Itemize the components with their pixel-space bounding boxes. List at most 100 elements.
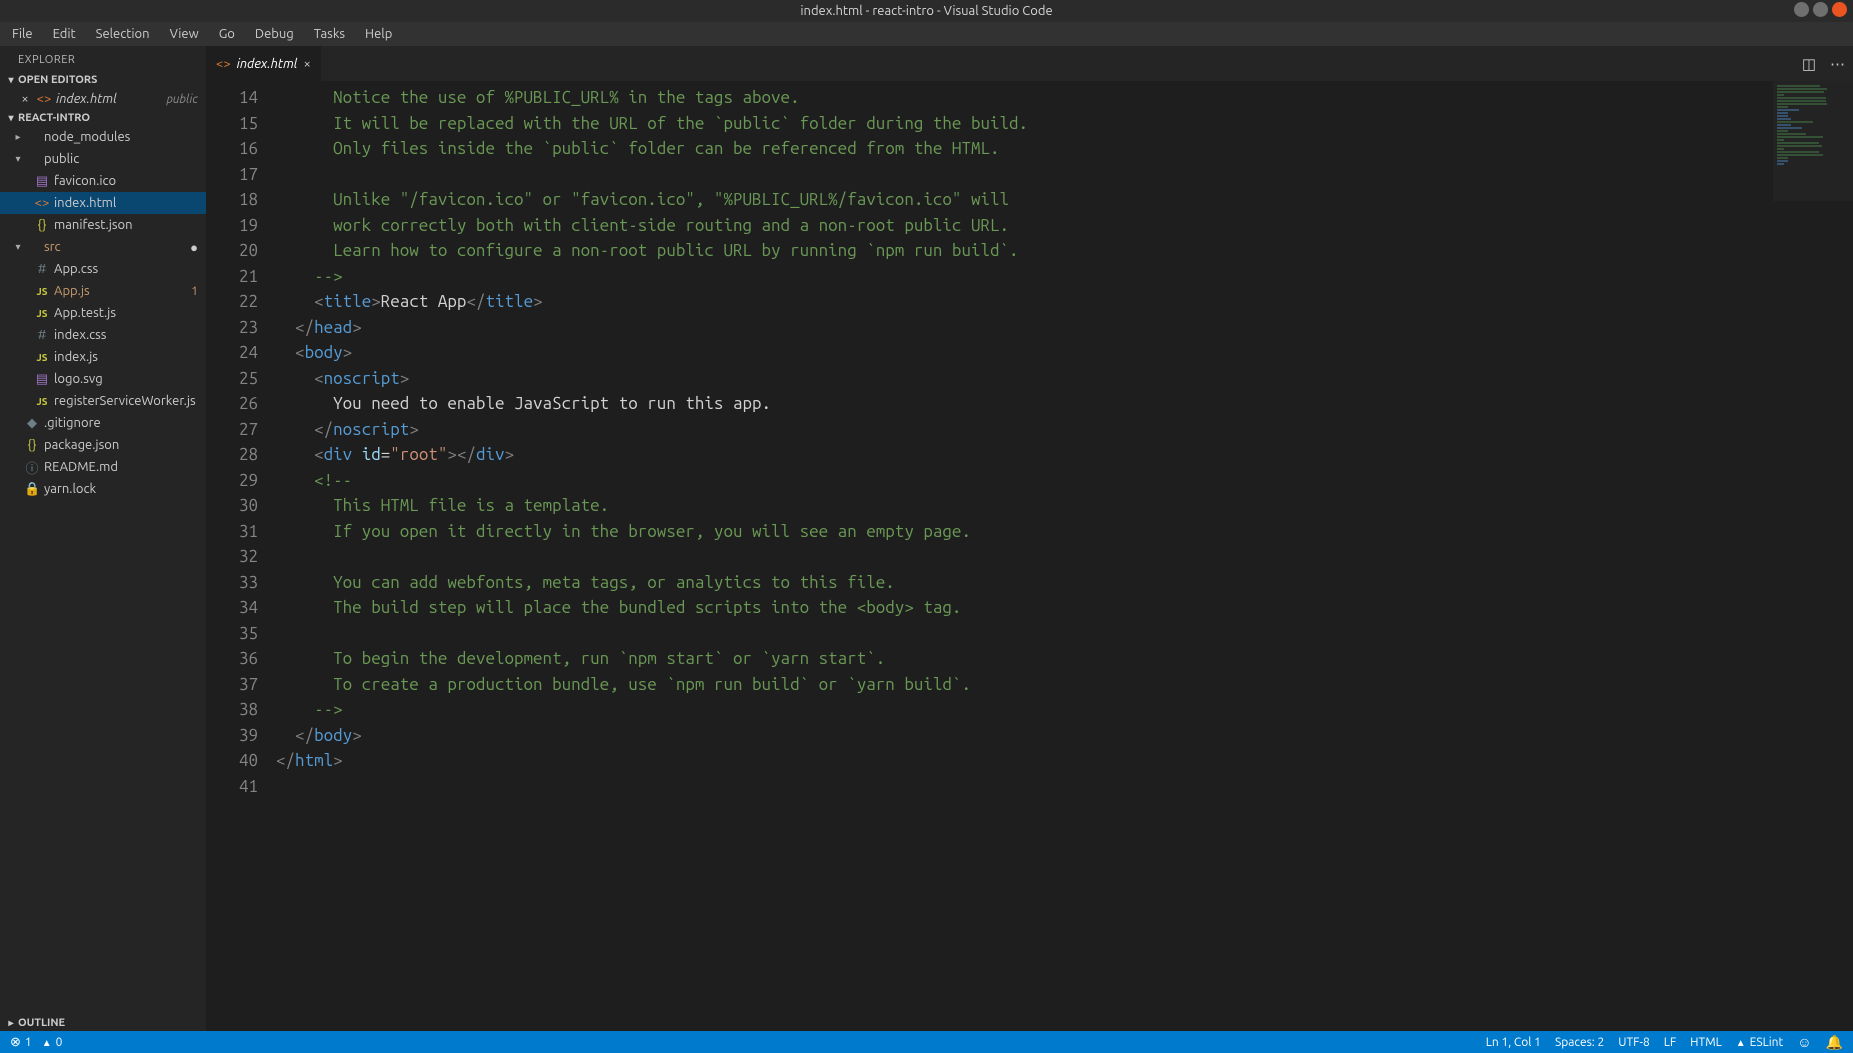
tree-item-label: README.md — [44, 460, 198, 474]
problems-badge: 1 — [191, 285, 198, 298]
menu-help[interactable]: Help — [355, 25, 402, 43]
chevron-down-icon — [6, 74, 16, 86]
tree-item-label: App.test.js — [54, 306, 198, 320]
status-language[interactable]: HTML — [1690, 1036, 1722, 1049]
tab-actions: ◫ ⋯ — [1802, 46, 1853, 81]
chevron-right-icon — [6, 1017, 16, 1029]
window-maximize-button[interactable] — [1813, 2, 1828, 17]
tree-item-label: logo.svg — [54, 372, 198, 386]
menu-selection[interactable]: Selection — [86, 25, 160, 43]
html-file-icon: <> — [216, 57, 231, 71]
chevron-down-icon: ▾ — [12, 153, 24, 165]
tree-folder[interactable]: ▾src● — [0, 236, 206, 258]
feedback-icon[interactable]: ☺ — [1797, 1034, 1811, 1050]
file-icon: ▤ — [34, 174, 50, 189]
open-editors-section-header[interactable]: OPEN EDITORS — [0, 72, 206, 88]
file-icon: <> — [34, 196, 50, 210]
window-minimize-button[interactable] — [1794, 2, 1809, 17]
window-close-button[interactable] — [1832, 2, 1847, 17]
modified-indicator-icon: ● — [190, 240, 198, 255]
tree-item-label: src — [44, 240, 190, 254]
outline-label: OUTLINE — [18, 1017, 65, 1029]
file-icon: 🔒 — [24, 482, 40, 497]
menu-edit[interactable]: Edit — [43, 25, 86, 43]
statusbar: 1 0 Ln 1, Col 1 Spaces: 2 UTF-8 LF HTML … — [0, 1031, 1853, 1053]
menubar: FileEditSelectionViewGoDebugTasksHelp — [0, 22, 1853, 46]
file-icon: <> — [36, 92, 52, 106]
tree-file[interactable]: JSindex.js — [0, 346, 206, 368]
tree-folder[interactable]: ▾ public — [0, 148, 206, 170]
file-icon: JS — [34, 286, 50, 297]
error-count: 1 — [25, 1036, 32, 1049]
chevron-down-icon — [6, 112, 16, 124]
status-indentation[interactable]: Spaces: 2 — [1555, 1036, 1604, 1049]
file-explorer-tree: ▸node_modules ▾ public ▤ favicon.ico <> index.… — [0, 126, 206, 500]
split-editor-icon[interactable]: ◫ — [1802, 55, 1816, 73]
file-icon: JS — [34, 352, 50, 363]
status-errors[interactable]: 1 0 — [10, 1035, 62, 1050]
open-editor-path: public — [167, 93, 198, 106]
file-icon: ⓘ — [24, 458, 40, 477]
more-actions-icon[interactable]: ⋯ — [1830, 55, 1845, 73]
menu-file[interactable]: File — [8, 25, 43, 43]
tree-file[interactable]: #index.css — [0, 324, 206, 346]
code-content[interactable]: Notice the use of %PUBLIC_URL% in the ta… — [276, 81, 1853, 1031]
tree-file[interactable]: #App.css — [0, 258, 206, 280]
tree-file[interactable]: {} manifest.json — [0, 214, 206, 236]
tree-file[interactable]: ⓘ README.md — [0, 456, 206, 478]
tab-label: index.html — [237, 57, 298, 71]
status-cursor-position[interactable]: Ln 1, Col 1 — [1486, 1036, 1541, 1049]
explorer-title: EXPLORER — [0, 46, 206, 72]
open-editors-label: OPEN EDITORS — [18, 74, 97, 86]
close-editor-icon[interactable]: × — [18, 92, 32, 106]
outline-section-header[interactable]: OUTLINE — [0, 1015, 206, 1031]
tree-file[interactable]: ◆ .gitignore — [0, 412, 206, 434]
file-icon: JS — [34, 396, 50, 407]
status-encoding[interactable]: UTF-8 — [1618, 1036, 1649, 1049]
tree-item-label: manifest.json — [54, 218, 198, 232]
close-tab-icon[interactable]: × — [303, 57, 310, 71]
file-icon: ◆ — [24, 416, 40, 431]
tree-item-label: yarn.lock — [44, 482, 198, 496]
notifications-icon[interactable]: 🔔 — [1826, 1034, 1843, 1051]
tree-item-label: .gitignore — [44, 416, 198, 430]
chevron-right-icon: ▸ — [12, 131, 24, 143]
menu-view[interactable]: View — [160, 25, 209, 43]
tree-file[interactable]: {}package.json — [0, 434, 206, 456]
file-icon: {} — [34, 218, 50, 232]
project-section-header[interactable]: REACT-INTRO — [0, 110, 206, 126]
tree-file[interactable]: 🔒 yarn.lock — [0, 478, 206, 500]
open-editor-item[interactable]: ×<>index.htmlpublic — [0, 88, 206, 110]
tree-file[interactable]: ▤ logo.svg — [0, 368, 206, 390]
window-title: index.html - react-intro - Visual Studio… — [800, 4, 1052, 18]
file-icon: # — [34, 328, 50, 342]
tree-file[interactable]: <> index.html — [0, 192, 206, 214]
tree-file[interactable]: ▤ favicon.ico — [0, 170, 206, 192]
error-icon — [10, 1035, 21, 1050]
code-editor[interactable]: 1415161718192021222324252627282930313233… — [206, 81, 1853, 1031]
menu-go[interactable]: Go — [209, 25, 245, 43]
menu-debug[interactable]: Debug — [245, 25, 304, 43]
editor-tabs: <> index.html × ◫ ⋯ — [206, 46, 1853, 81]
tree-file[interactable]: JSApp.js1 — [0, 280, 206, 302]
titlebar: index.html - react-intro - Visual Studio… — [0, 0, 1853, 22]
warning-icon — [42, 1036, 52, 1049]
warning-icon — [1736, 1036, 1746, 1049]
status-eslint[interactable]: ESLint — [1736, 1036, 1784, 1049]
tree-item-label: public — [44, 152, 198, 166]
tree-item-label: favicon.ico — [54, 174, 198, 188]
tree-file[interactable]: JSregisterServiceWorker.js — [0, 390, 206, 412]
menu-tasks[interactable]: Tasks — [304, 25, 355, 43]
status-eol[interactable]: LF — [1664, 1036, 1676, 1049]
tree-item-label: index.html — [54, 196, 198, 210]
file-icon: # — [34, 262, 50, 276]
file-icon: {} — [24, 438, 40, 452]
minimap[interactable] — [1773, 81, 1853, 201]
project-name: REACT-INTRO — [18, 112, 90, 124]
tree-file[interactable]: JSApp.test.js — [0, 302, 206, 324]
explorer-sidebar: EXPLORER OPEN EDITORS × <> index.html publi… — [0, 46, 206, 1031]
warning-count: 0 — [56, 1036, 63, 1049]
file-icon: ▤ — [34, 372, 50, 387]
tree-folder[interactable]: ▸node_modules — [0, 126, 206, 148]
tab-index-html[interactable]: <> index.html × — [206, 46, 322, 81]
